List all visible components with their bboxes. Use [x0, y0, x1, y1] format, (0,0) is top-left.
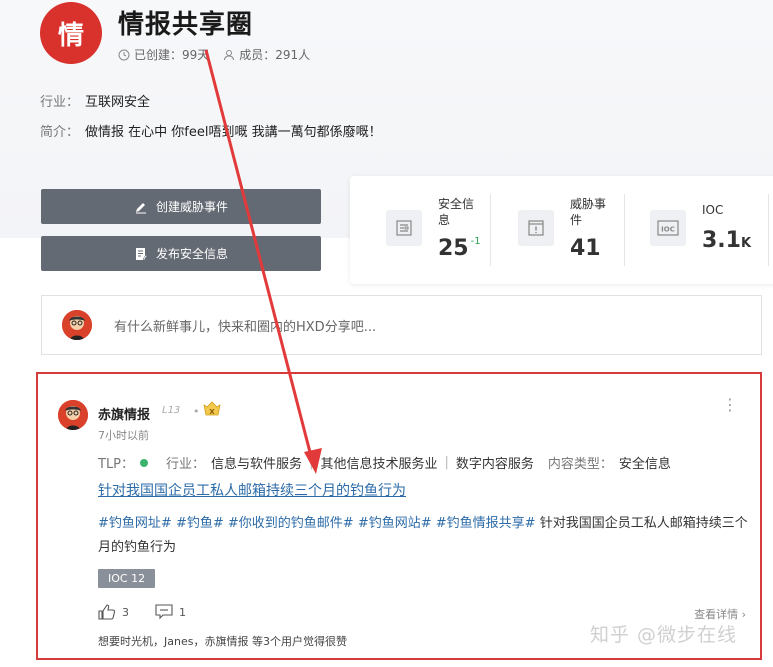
comment-count: 1: [179, 605, 186, 619]
intro-label: 简介：: [40, 125, 80, 140]
ioc-icon: IOC: [650, 210, 686, 246]
stat-label: 安全信息: [438, 197, 475, 227]
document-icon: [386, 210, 422, 246]
post-meta: TLP： 行业： 信息与软件服务 | 其他信息技术服务业 | 数字内容服务 内容…: [98, 453, 671, 472]
group-title: 情报共享圈: [118, 10, 254, 40]
author-badge-icon: X: [202, 401, 222, 423]
publish-security-info-label: 发布安全信息: [155, 247, 228, 261]
author-avatar[interactable]: [58, 400, 88, 430]
comment-icon: [155, 604, 173, 620]
divider: [624, 194, 625, 266]
create-threat-event-button[interactable]: 创建威胁事件: [41, 189, 321, 224]
author-name[interactable]: 赤旗情报: [98, 404, 150, 423]
edit-document-icon: [135, 247, 148, 260]
tlp-green-indicator: [140, 458, 149, 467]
content-type-label: 内容类型：: [547, 457, 613, 472]
intro-row: 简介： 做情报 在心中 你feel唔到嘅 我講一萬句都係廢嘅！: [40, 121, 382, 140]
ioc-count-tag[interactable]: IOC 12: [98, 569, 156, 588]
members-info: 成员：291人: [223, 46, 310, 63]
pencil-icon: [135, 202, 146, 213]
user-icon: [224, 49, 235, 60]
stat-delta: -1: [470, 236, 481, 247]
industry-item: 信息与软件服务: [211, 457, 303, 472]
composer-placeholder[interactable]: 有什么新鲜事儿，快来和圈内的HXD分享吧...: [114, 316, 376, 335]
group-meta: 已创建：99天 成员：291人: [118, 46, 324, 63]
stat-value: 3.1K: [702, 228, 752, 253]
post-time: 7小时以前: [98, 429, 149, 442]
members-text: 成员：291人: [239, 48, 311, 62]
publish-security-info-button[interactable]: 发布安全信息: [41, 236, 321, 271]
industry-value: 互联网安全: [85, 95, 151, 110]
post-body: #钓鱼网址# #钓鱼# #你收到的钓鱼邮件# #钓鱼网站# #钓鱼情报共享# 针…: [98, 512, 748, 560]
intro-value: 做情报 在心中 你feel唔到嘅 我講一萬句都係廢嘅！: [85, 125, 382, 140]
industry-row: 行业： 互联网安全: [40, 91, 150, 110]
tlp-label: TLP：: [98, 457, 135, 472]
liked-by-text: 想要时光机，Janes，赤旗情报 等3个用户觉得很赞: [98, 635, 347, 648]
stat-label: 威胁事件: [570, 197, 607, 227]
svg-text:X: X: [209, 408, 215, 416]
like-count: 3: [122, 605, 129, 619]
svg-text:IOC: IOC: [661, 226, 675, 234]
hashtag-link[interactable]: #你收到的钓鱼邮件#: [228, 516, 354, 531]
stat-ioc[interactable]: IOC IOC 3.1K: [650, 196, 760, 266]
create-threat-event-label: 创建威胁事件: [155, 200, 228, 214]
separator: |: [444, 455, 449, 470]
created-text: 已创建：99天: [134, 48, 210, 62]
hashtag-link[interactable]: #钓鱼网站#: [358, 516, 432, 531]
divider: [768, 194, 769, 266]
stats-card: 安全信息 25 -1 威胁事件 41 IOC IOC 3.1K: [350, 176, 773, 284]
stat-unit: K: [740, 236, 752, 251]
like-button[interactable]: 3: [98, 604, 129, 620]
stat-security-info[interactable]: 安全信息 25 -1: [386, 196, 506, 266]
post-composer[interactable]: 有什么新鲜事儿，快来和圈内的HXD分享吧...: [41, 295, 762, 355]
group-logo: 情: [40, 2, 102, 64]
stat-value: 41: [570, 236, 601, 261]
author-level: L13: [162, 405, 181, 416]
industry-label: 行业：: [40, 95, 80, 110]
comment-button[interactable]: 1: [155, 604, 186, 620]
clock-icon: [118, 49, 130, 60]
hashtag-link[interactable]: #钓鱼#: [176, 516, 224, 531]
separator: |: [309, 455, 314, 470]
hashtag-link[interactable]: #钓鱼网址#: [98, 516, 172, 531]
post-actions: 3 1: [98, 604, 212, 620]
chevron-right-icon: ›: [741, 608, 746, 621]
more-options-icon[interactable]: ⋮: [722, 397, 738, 413]
post-card: 赤旗情报 L13 • X 7小时以前 ⋮ TLP： 行业： 信息与软件服务 | …: [36, 372, 762, 660]
created-info: 已创建：99天: [118, 46, 209, 63]
divider: [490, 194, 491, 266]
stat-label: IOC: [702, 203, 724, 217]
content-type-value: 安全信息: [618, 457, 671, 472]
separator-dot: •: [193, 405, 200, 418]
stat-value: 25 -1: [438, 236, 481, 261]
industry-label: 行业：: [166, 457, 206, 472]
avatar: [62, 310, 92, 340]
industry-item: 数字内容服务: [455, 457, 534, 472]
post-title-link[interactable]: 针对我国国企员工私人邮箱持续三个月的钓鱼行为: [98, 480, 406, 500]
industry-item: 其他信息技术服务业: [320, 457, 438, 472]
watermark: 知乎 @微步在线: [590, 624, 738, 646]
stat-threat-events[interactable]: 威胁事件 41: [518, 196, 628, 266]
hashtag-link[interactable]: #钓鱼情报共享#: [436, 516, 536, 531]
alert-window-icon: [518, 210, 554, 246]
thumbs-up-icon: [98, 604, 116, 620]
